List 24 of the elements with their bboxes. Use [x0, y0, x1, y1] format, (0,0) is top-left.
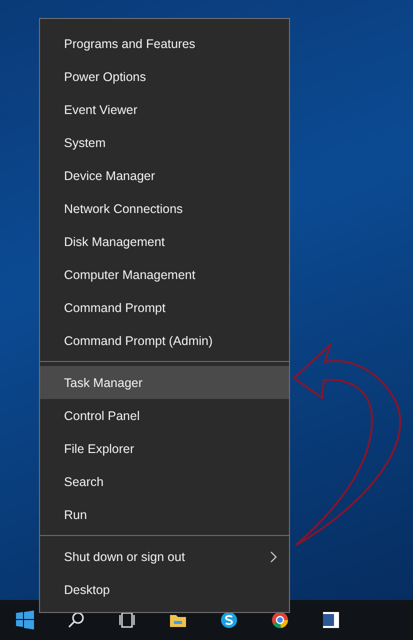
menu-item[interactable]: Desktop	[40, 573, 289, 606]
menu-item[interactable]: Device Manager	[40, 159, 289, 192]
menu-item[interactable]: Command Prompt	[40, 291, 289, 324]
menu-item[interactable]: Event Viewer	[40, 93, 289, 126]
menu-item[interactable]: System	[40, 126, 289, 159]
browser-icon[interactable]	[270, 610, 290, 630]
menu-item[interactable]: Run	[40, 498, 289, 531]
chevron-right-icon	[269, 550, 277, 562]
chat-bubble-icon[interactable]	[219, 610, 239, 630]
menu-item[interactable]: File Explorer	[40, 432, 289, 465]
search-icon[interactable]	[66, 610, 86, 630]
start-icon[interactable]	[15, 610, 35, 630]
menu-item[interactable]: Search	[40, 465, 289, 498]
menu-item[interactable]: Shut down or sign out	[40, 540, 289, 573]
menu-item[interactable]: Computer Management	[40, 258, 289, 291]
menu-item[interactable]: Disk Management	[40, 225, 289, 258]
menu-item[interactable]: Command Prompt (Admin)	[40, 324, 289, 357]
menu-item[interactable]: Control Panel	[40, 399, 289, 432]
menu-item[interactable]: Task Manager	[40, 366, 289, 399]
menu-item[interactable]: Network Connections	[40, 192, 289, 225]
menu-item[interactable]: Programs and Features	[40, 27, 289, 60]
document-icon[interactable]	[321, 610, 341, 630]
task-view-icon[interactable]	[117, 610, 137, 630]
menu-item[interactable]: Power Options	[40, 60, 289, 93]
